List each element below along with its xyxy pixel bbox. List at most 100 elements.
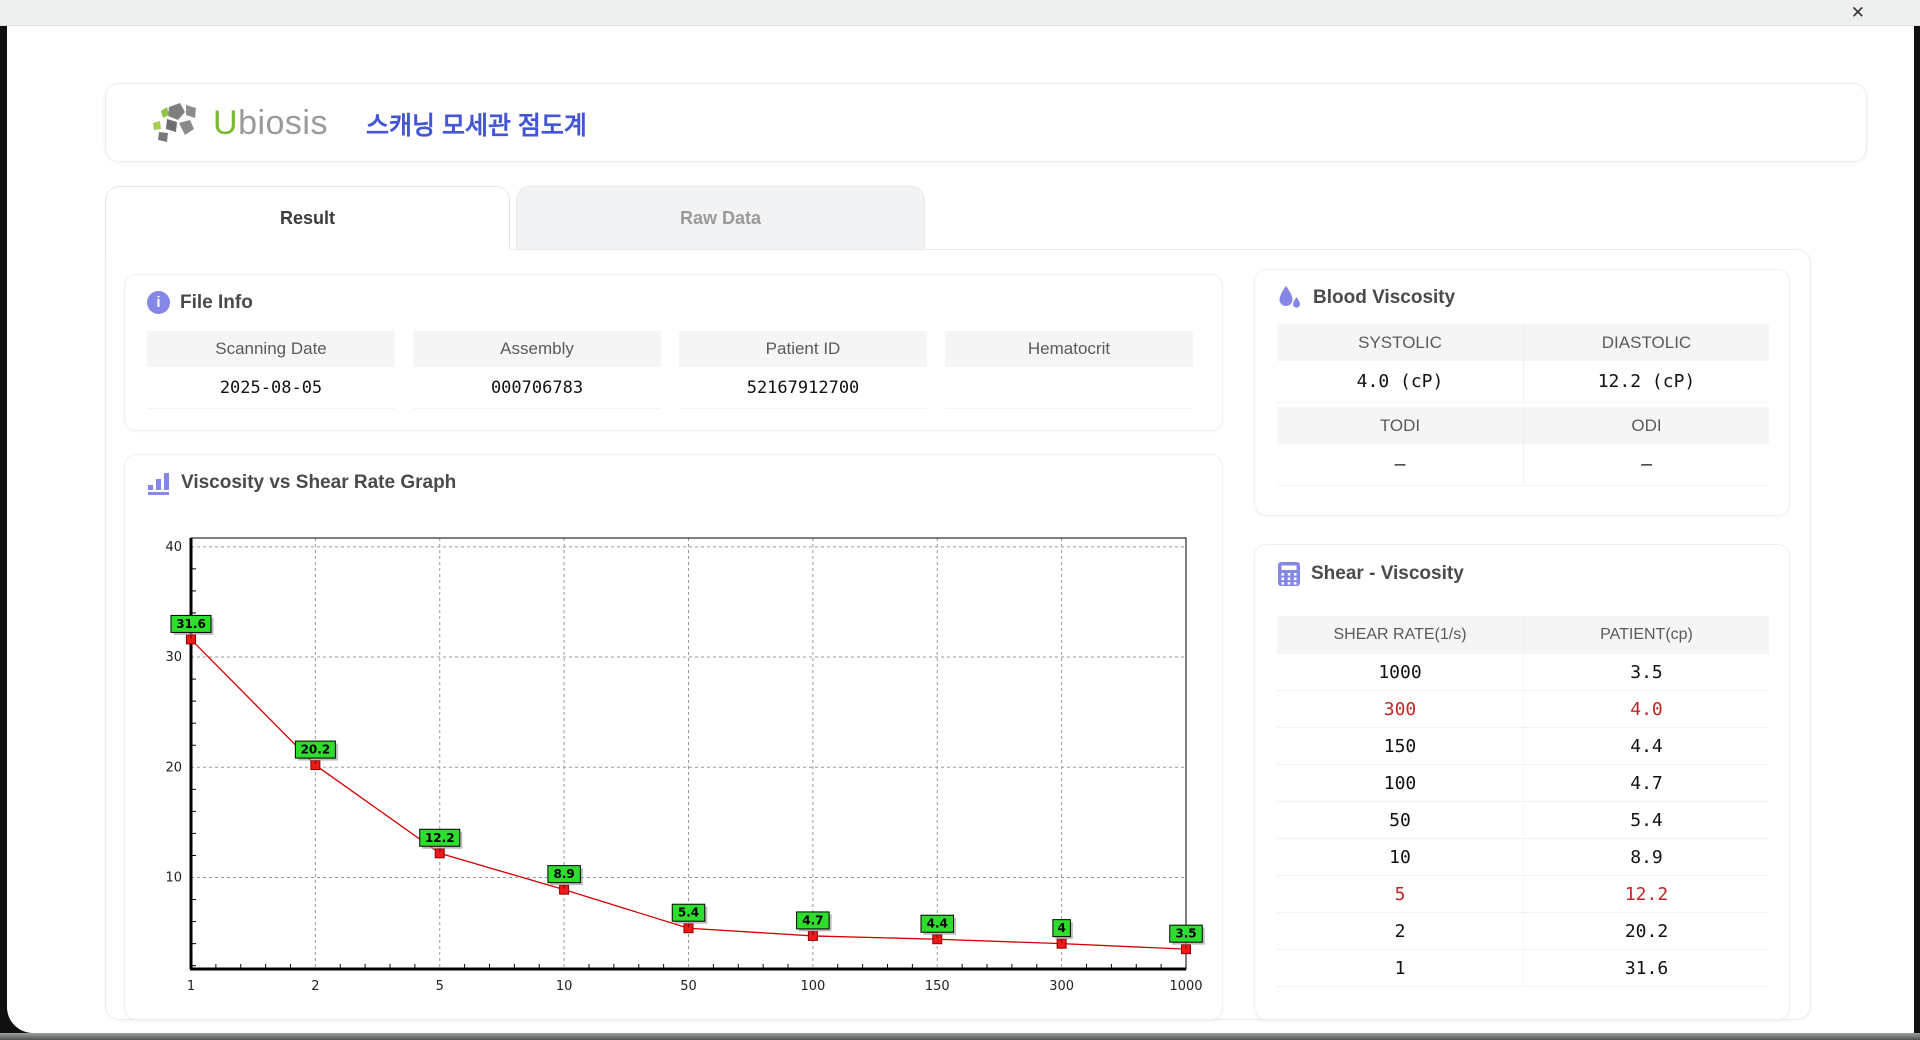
shear-rate-cell: 10 <box>1389 846 1411 868</box>
shear-rate-cell: 300 <box>1383 698 1417 720</box>
x-axis-tick-label: 10 <box>556 979 573 994</box>
y-axis-tick-label: 10 <box>165 871 182 886</box>
droplets-icon <box>1279 286 1300 308</box>
y-axis-tick-label: 20 <box>165 760 182 775</box>
patient-cell: 31.6 <box>1523 950 1769 986</box>
y-axis-tick-label: 40 <box>165 540 182 555</box>
table-row: 100 4.7 <box>1277 765 1769 802</box>
tab-raw-data[interactable]: Raw Data <box>516 186 925 250</box>
bv-value-todi: – <box>1277 444 1523 486</box>
table-row: 1 31.6 <box>1277 950 1769 987</box>
blood-viscosity-title-text: Blood Viscosity <box>1313 287 1456 308</box>
x-axis-tick-label: 50 <box>680 979 697 994</box>
patient-cell: 20.2 <box>1523 913 1769 949</box>
viscosity-chart: 10 20 30 40 1 2 5 10 50 100 150 300 1000 31.6 20.2 12.2… <box>165 537 1205 994</box>
field-value: 000706783 <box>413 367 661 409</box>
shear-viscosity-table: SHEAR RATE(1/s) PATIENT(cp) 1000 3.5 300 4.… <box>1277 616 1769 987</box>
tab-result[interactable]: Result <box>105 186 510 250</box>
file-info-col-scanning-date: Scanning Date 2025-08-05 <box>147 331 395 409</box>
bv-value-diastolic: 12.2 (cP) <box>1523 361 1769 403</box>
bv-value-odi: – <box>1523 444 1769 486</box>
point-label-text: 31.6 <box>176 617 206 631</box>
field-label: Assembly <box>413 331 661 367</box>
blood-viscosity-title: Blood Viscosity <box>1277 285 1455 311</box>
file-info-col-hematocrit: Hematocrit <box>945 331 1193 409</box>
bv-header-diastolic: DIASTOLIC <box>1523 324 1769 361</box>
shear-viscosity-panel: Shear - Viscosity SHEAR RATE(1/s) PATIEN… <box>1254 544 1790 1020</box>
table-row: 1000 3.5 <box>1277 654 1769 691</box>
shear-rate-cell: 100 <box>1383 772 1417 794</box>
table-row: 300 4.0 <box>1277 691 1769 728</box>
patient-cell: 12.2 <box>1523 876 1769 912</box>
shear-viscosity-title: Shear - Viscosity <box>1277 561 1464 587</box>
table-row: 2 20.2 <box>1277 913 1769 950</box>
blood-viscosity-panel: Blood Viscosity SYSTOLIC DIASTOLIC 4.0 (… <box>1254 269 1790 516</box>
file-info-col-assembly: Assembly 000706783 <box>413 331 661 409</box>
shear-viscosity-title-text: Shear - Viscosity <box>1311 563 1464 584</box>
x-axis-tick-label: 300 <box>1049 979 1074 994</box>
point-label-text: 12.2 <box>425 831 455 845</box>
table-row: 10 8.9 <box>1277 839 1769 876</box>
shear-rate-cell: 1000 <box>1378 661 1422 683</box>
x-axis-tick-label: 1000 <box>1169 979 1202 994</box>
field-value <box>945 367 1193 409</box>
x-axis-tick-label: 150 <box>925 979 950 994</box>
patient-cell: 4.4 <box>1523 728 1769 764</box>
shear-table-body: 1000 3.5 300 4.0 150 4.4 100 4.7 50 5.4 10 8.9 5 12.2… <box>1277 654 1769 987</box>
point-label-text: 5.4 <box>678 906 699 920</box>
shear-rate-column-header: SHEAR RATE(1/s) <box>1333 626 1467 643</box>
bv-header-odi: ODI <box>1523 407 1769 444</box>
patient-column-header: PATIENT(cp) <box>1523 616 1769 654</box>
point-label-text: 4.7 <box>802 913 823 927</box>
calculator-icon <box>1278 562 1300 586</box>
shear-rate-cell: 5 <box>1394 883 1406 905</box>
graph-title: Viscosity vs Shear Rate Graph <box>147 471 456 495</box>
patient-cell: 8.9 <box>1523 839 1769 875</box>
window-bottom-edge <box>0 1033 1920 1040</box>
x-axis-tick-label: 5 <box>436 979 444 994</box>
shear-table-header: SHEAR RATE(1/s) PATIENT(cp) <box>1277 616 1769 654</box>
table-row: 50 5.4 <box>1277 802 1769 839</box>
bv-header-systolic: SYSTOLIC <box>1277 324 1523 361</box>
point-label-text: 8.9 <box>553 867 574 881</box>
patient-cell: 4.7 <box>1523 765 1769 801</box>
point-label-text: 4 <box>1057 921 1065 935</box>
shear-rate-cell: 1 <box>1394 957 1406 979</box>
shear-rate-cell: 150 <box>1383 735 1417 757</box>
close-icon[interactable]: ✕ <box>1851 1 1865 25</box>
file-info-col-patient-id: Patient ID 52167912700 <box>679 331 927 409</box>
patient-cell: 3.5 <box>1523 654 1769 690</box>
field-label: Hematocrit <box>945 331 1193 367</box>
x-axis-tick-label: 100 <box>800 979 825 994</box>
shear-rate-cell: 50 <box>1389 809 1411 831</box>
shear-rate-cell: 2 <box>1394 920 1406 942</box>
blood-viscosity-table: SYSTOLIC DIASTOLIC 4.0 (cP) 12.2 (cP) TO… <box>1277 324 1769 486</box>
info-icon: i <box>147 291 170 314</box>
file-info-title: i File Info <box>147 291 253 314</box>
brand-text: Ubiosis <box>213 104 328 143</box>
window-titlebar: ✕ <box>0 0 1920 26</box>
field-label: Patient ID <box>679 331 927 367</box>
y-axis-tick-label: 30 <box>165 650 182 665</box>
file-info-title-text: File Info <box>180 291 253 313</box>
bar-chart-icon <box>148 473 169 495</box>
field-label: Scanning Date <box>147 331 395 367</box>
point-label-text: 3.5 <box>1175 927 1196 941</box>
graph-panel: Viscosity vs Shear Rate Graph 10 20 30 40 1 2… <box>124 454 1223 1020</box>
x-axis-tick-label: 1 <box>187 979 195 994</box>
patient-cell: 4.0 <box>1523 691 1769 727</box>
graph-title-text: Viscosity vs Shear Rate Graph <box>181 472 457 493</box>
point-label-text: 20.2 <box>301 743 331 757</box>
bv-value-systolic: 4.0 (cP) <box>1277 361 1523 403</box>
field-value: 52167912700 <box>679 367 927 409</box>
brand-rest: biosis <box>238 104 328 142</box>
x-axis-tick-label: 2 <box>311 979 319 994</box>
table-row: 150 4.4 <box>1277 728 1769 765</box>
ubiosis-logo: Ubiosis <box>149 96 328 151</box>
file-info-panel: i File Info Scanning Date 2025-08-05 Ass… <box>124 274 1223 431</box>
point-label-text: 4.4 <box>927 917 948 931</box>
header-card: Ubiosis 스캐닝 모세관 점도계 <box>105 83 1867 162</box>
brand-u: U <box>213 104 239 142</box>
data-line <box>190 638 1187 950</box>
ubiosis-logo-mark <box>153 102 196 142</box>
